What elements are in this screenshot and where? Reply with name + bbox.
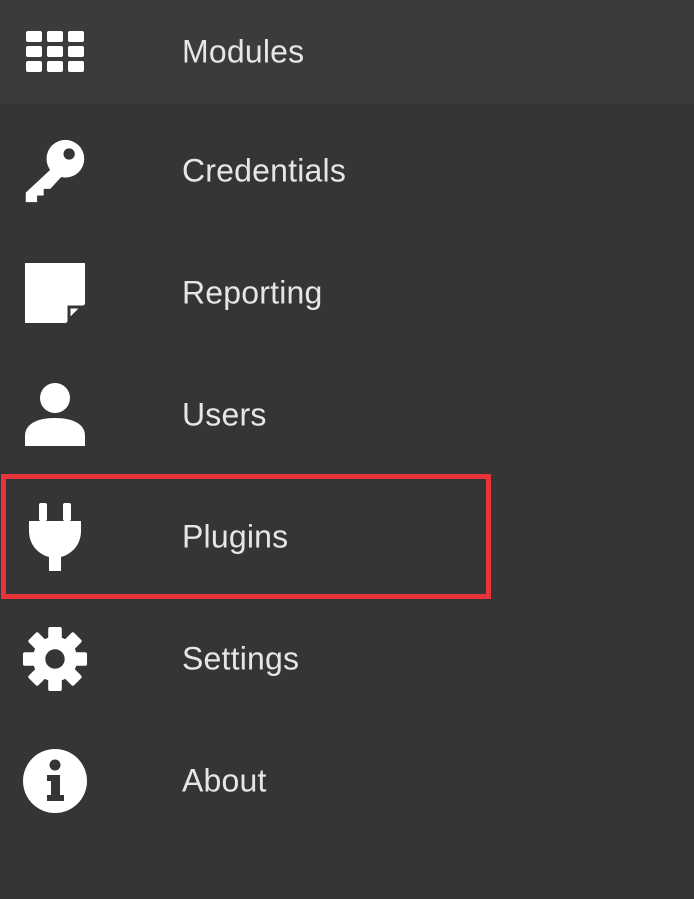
sidebar-item-label: About xyxy=(182,762,267,799)
user-icon xyxy=(22,382,88,448)
sidebar-item-users[interactable]: Users xyxy=(0,354,694,476)
sidebar-item-label: Plugins xyxy=(182,518,289,555)
sidebar-item-label: Settings xyxy=(182,640,300,677)
sidebar-item-label: Reporting xyxy=(182,274,323,311)
modules-grid-icon xyxy=(22,19,88,85)
plug-icon xyxy=(22,503,88,571)
sidebar-item-label: Users xyxy=(182,396,267,433)
sidebar-item-settings[interactable]: Settings xyxy=(0,598,694,720)
sidebar-item-reporting[interactable]: Reporting xyxy=(0,232,694,354)
sidebar-nav: Modules Credentials Reporting Users Plug… xyxy=(0,0,694,899)
note-icon xyxy=(22,260,88,326)
info-icon xyxy=(22,748,88,814)
sidebar-item-plugins[interactable]: Plugins xyxy=(0,476,694,598)
key-icon xyxy=(22,138,88,204)
sidebar-item-label: Modules xyxy=(182,33,305,70)
gear-icon xyxy=(22,626,88,692)
sidebar-item-about[interactable]: About xyxy=(0,720,694,842)
sidebar-item-label: Credentials xyxy=(182,152,347,189)
sidebar-item-modules[interactable]: Modules xyxy=(0,0,694,104)
sidebar-item-credentials[interactable]: Credentials xyxy=(0,110,694,232)
